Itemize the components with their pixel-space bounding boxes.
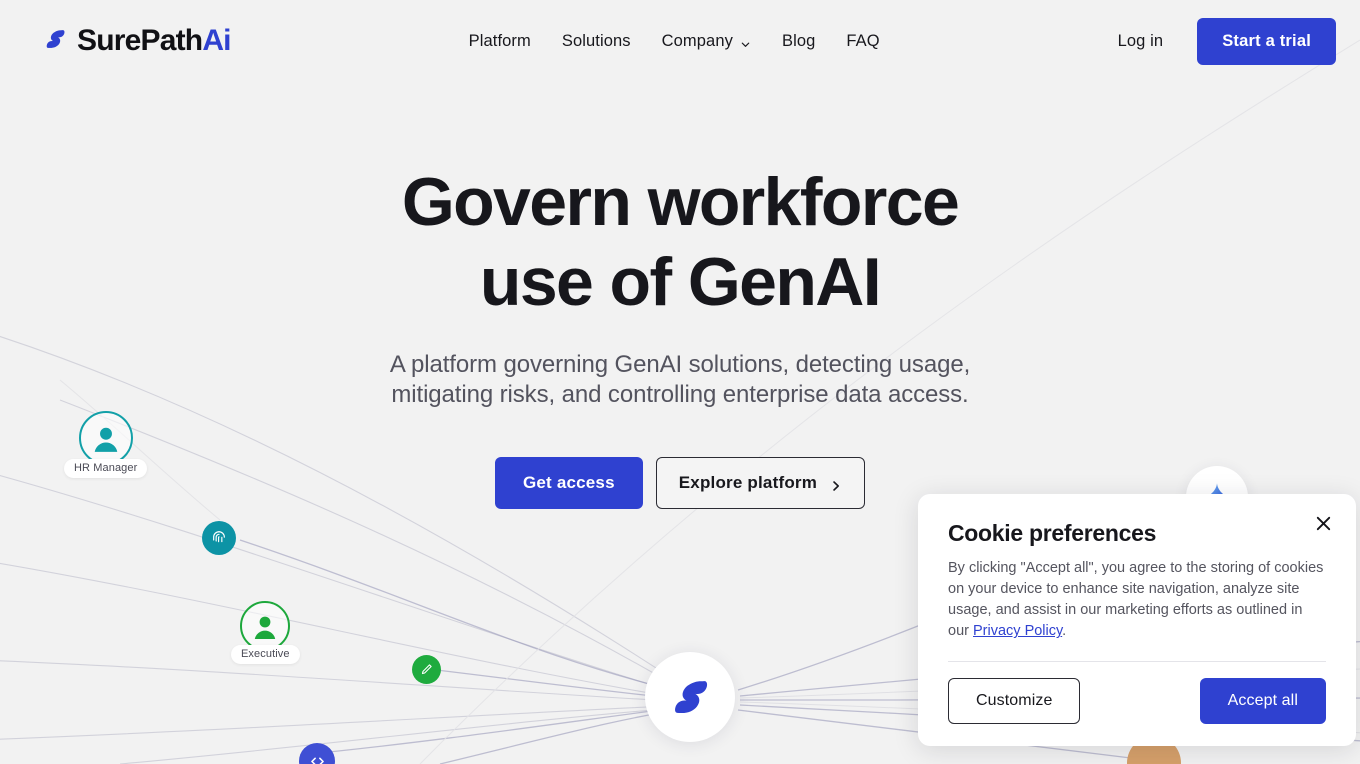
- close-icon[interactable]: [1312, 512, 1334, 534]
- get-access-button[interactable]: Get access: [494, 456, 643, 509]
- pencil-edit-icon: [412, 655, 441, 684]
- cookie-dialog-title: Cookie preferences: [948, 520, 1157, 546]
- network-node-executive: Executive: [231, 601, 300, 664]
- hero-subtitle-line-2: mitigating risks, and controlling enterp…: [391, 381, 969, 409]
- nav-item-label: Solutions: [561, 31, 631, 50]
- brand-wordmark: SurePathAi: [77, 24, 232, 57]
- hero-section: Govern workforce use of GenAI A platform…: [0, 82, 1360, 509]
- code-brackets-icon: [299, 743, 335, 764]
- site-header: SurePathAi Platform Solutions Company Bl…: [0, 0, 1360, 82]
- network-node-developer: [299, 743, 335, 764]
- surepath-s-mark-icon: [40, 24, 70, 59]
- nav-item-company[interactable]: Company: [662, 32, 751, 51]
- nav-item-faq[interactable]: FAQ: [846, 32, 879, 51]
- login-link[interactable]: Log in: [1118, 32, 1164, 51]
- surepath-logo-mark-icon: [645, 652, 735, 742]
- nav-item-label: Platform: [468, 31, 531, 50]
- fingerprint-icon: [202, 521, 236, 555]
- hero-subtitle-line-1: A platform governing GenAI solutions, de…: [389, 351, 971, 378]
- page-title: Govern workforce use of GenAI: [0, 168, 1360, 316]
- explore-platform-button[interactable]: Explore platform: [655, 456, 866, 509]
- user-avatar-icon: [240, 601, 291, 651]
- chevron-down-icon: [740, 36, 751, 47]
- network-node-label: Executive: [231, 645, 300, 664]
- privacy-policy-link[interactable]: Privacy Policy: [973, 623, 1062, 639]
- hero-heading-line-2: use of GenAI: [479, 244, 882, 320]
- cookie-preferences-dialog: Cookie preferences By clicking "Accept a…: [918, 494, 1356, 746]
- start-trial-button[interactable]: Start a trial: [1197, 17, 1336, 65]
- network-node-fingerprint: [202, 521, 236, 555]
- brand-logo[interactable]: SurePathAi: [40, 24, 232, 59]
- nav-item-blog[interactable]: Blog: [782, 32, 815, 51]
- network-node-surepath-hub: [645, 652, 735, 742]
- nav-item-solutions[interactable]: Solutions: [562, 32, 631, 51]
- brand-name-accent: Ai: [202, 24, 231, 57]
- header-actions: Log in Start a trial: [1118, 17, 1336, 65]
- hero-heading-line-1: Govern workforce: [401, 164, 960, 240]
- network-node-editor: [412, 655, 441, 684]
- page-root: HR Manager Executive SurePathAi Platform…: [0, 0, 1360, 764]
- accept-all-button[interactable]: Accept all: [1199, 677, 1326, 724]
- cookie-dialog-body: By clicking "Accept all", you agree to t…: [948, 558, 1326, 643]
- cookie-dialog-actions: Customize Accept all: [948, 677, 1326, 724]
- nav-item-label: FAQ: [846, 31, 880, 50]
- nav-item-platform[interactable]: Platform: [469, 32, 531, 51]
- explore-platform-label: Explore platform: [678, 472, 818, 492]
- chevron-right-icon: [830, 477, 842, 491]
- brand-name-main: SurePath: [77, 24, 203, 57]
- hero-subtitle: A platform governing GenAI solutions, de…: [0, 350, 1360, 411]
- divider: [948, 660, 1326, 662]
- customize-button[interactable]: Customize: [948, 677, 1081, 724]
- nav-item-label: Company: [661, 31, 733, 50]
- primary-navigation: Platform Solutions Company Blog FAQ: [469, 32, 880, 51]
- cookie-body-period: .: [1062, 623, 1067, 640]
- nav-item-label: Blog: [781, 31, 816, 50]
